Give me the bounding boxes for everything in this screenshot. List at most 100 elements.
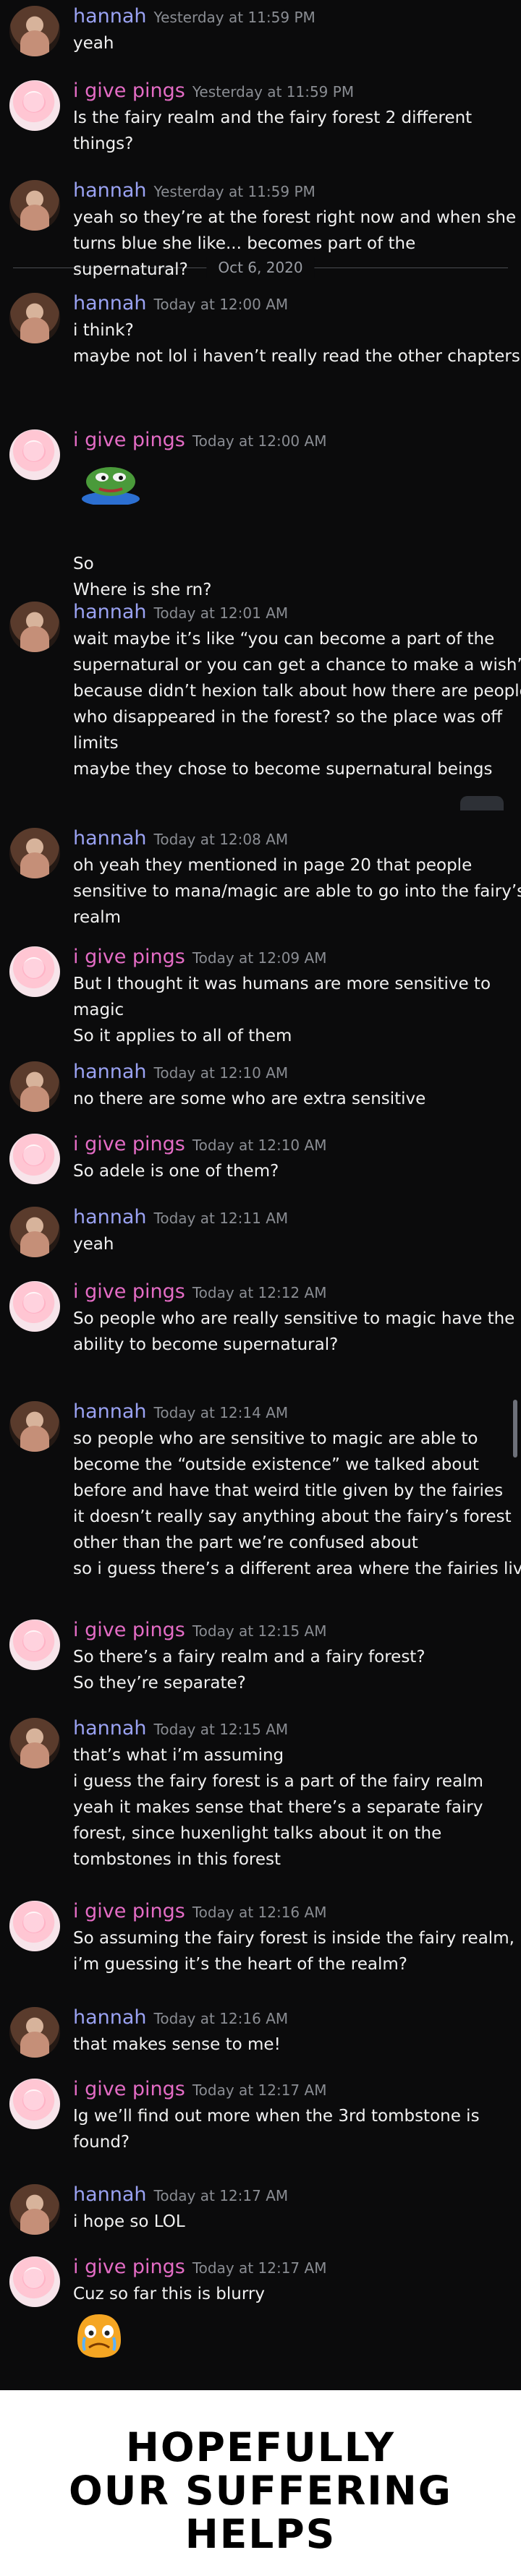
username[interactable]: i give pings (73, 1619, 185, 1641)
timestamp: Today at 12:15 AM (192, 1622, 327, 1640)
timestamp: Today at 12:17 AM (153, 2187, 289, 2204)
timestamp: Today at 12:12 AM (192, 1284, 327, 1301)
avatar[interactable] (9, 1619, 60, 1670)
timestamp: Today at 12:17 AM (192, 2259, 327, 2277)
username[interactable]: i give pings (73, 946, 185, 968)
timestamp: Today at 12:11 AM (153, 1210, 289, 1227)
message-text: So it applies to all of them (73, 1027, 292, 1045)
username[interactable]: i give pings (73, 429, 185, 451)
avatar[interactable] (9, 6, 60, 56)
message-header: hannah Yesterday at 11:59 PM (73, 6, 315, 27)
message-text: So (73, 555, 94, 573)
chat-log: Oct 6, 2020 hannah Yesterday at 11:59 PM ye… (0, 0, 521, 2390)
username[interactable]: i give pings (73, 2078, 185, 2100)
message-text: tombstones in this forest (73, 1850, 281, 1869)
crying-blob-sticker (73, 2310, 125, 2363)
username[interactable]: i give pings (73, 1133, 185, 1155)
message-text: no there are some who are extra sensitiv… (73, 1090, 426, 1108)
message-text: that’s what i’m assuming (73, 1746, 284, 1765)
username[interactable]: i give pings (73, 1900, 185, 1922)
username[interactable]: hannah (73, 5, 147, 27)
message-text: oh yeah they mentioned in page 20 that p… (73, 856, 473, 875)
message-text: things? (73, 134, 134, 153)
avatar[interactable] (9, 602, 60, 652)
username[interactable]: i give pings (73, 80, 185, 102)
message-text: Ig we’ll find out more when the 3rd tomb… (73, 2107, 480, 2126)
avatar[interactable] (9, 2184, 60, 2235)
username[interactable]: i give pings (73, 2256, 185, 2278)
message-text: So there’s a fairy realm and a fairy for… (73, 1648, 425, 1666)
message-text: So assuming the fairy forest is inside t… (73, 1929, 514, 1948)
avatar[interactable] (9, 1718, 60, 1768)
avatar[interactable] (9, 2256, 60, 2307)
timestamp: Today at 12:10 AM (192, 1137, 327, 1154)
message-text: because didn’t hexion talk about how the… (73, 682, 521, 701)
meme-caption: HOPEFULLY OUR SUFFERING HELPS (0, 2390, 521, 2576)
avatar[interactable] (9, 828, 60, 878)
message-header: i give pings Today at 12:16 AM (73, 1901, 326, 1922)
message-text: turns blue she like... becomes part of t… (73, 234, 416, 253)
message-header: i give pings Today at 12:00 AM (73, 429, 326, 451)
timestamp: Yesterday at 11:59 PM (192, 83, 355, 100)
avatar[interactable] (9, 2007, 60, 2058)
message-text: yeah so they’re at the forest right now … (73, 208, 517, 227)
message-header: hannah Today at 12:14 AM (73, 1401, 288, 1423)
username[interactable]: hannah (73, 1717, 147, 1740)
message-text: found? (73, 2133, 130, 2152)
username[interactable]: hannah (73, 827, 147, 850)
scrollbar-thumb[interactable] (513, 1400, 517, 1458)
username[interactable]: hannah (73, 1400, 147, 1423)
avatar[interactable] (9, 1207, 60, 1257)
jump-button[interactable] (460, 796, 504, 810)
message-text: i’m guessing it’s the heart of the realm… (73, 1955, 407, 1974)
username[interactable]: hannah (73, 1206, 147, 1228)
timestamp: Today at 12:00 AM (192, 432, 327, 450)
message-header: hannah Today at 12:17 AM (73, 2184, 288, 2206)
message-header: i give pings Today at 12:12 AM (73, 1281, 326, 1303)
message-text: other than the part we’re confused about (73, 1533, 418, 1552)
message-text: maybe not lol i haven’t really read the … (73, 347, 520, 366)
timestamp: Today at 12:08 AM (153, 831, 289, 848)
message-header: i give pings Today at 12:09 AM (73, 946, 326, 968)
username[interactable]: hannah (73, 2006, 147, 2029)
username[interactable]: hannah (73, 2183, 147, 2206)
message-header: i give pings Yesterday at 11:59 PM (73, 80, 354, 102)
avatar[interactable] (9, 1401, 60, 1452)
message-header: i give pings Today at 12:15 AM (73, 1619, 326, 1641)
caption-line: HOPEFULLY (125, 2424, 396, 2470)
message-header: i give pings Today at 12:17 AM (73, 2079, 326, 2100)
avatar[interactable] (9, 1134, 60, 1184)
avatar[interactable] (9, 2079, 60, 2129)
avatar[interactable] (9, 1061, 60, 1112)
timestamp: Today at 12:15 AM (153, 1721, 289, 1738)
username[interactable]: hannah (73, 1061, 147, 1083)
avatar[interactable] (9, 429, 60, 480)
timestamp: Today at 12:14 AM (153, 1404, 289, 1421)
username[interactable]: hannah (73, 179, 147, 202)
message-text: So they’re separate? (73, 1674, 246, 1693)
timestamp: Yesterday at 11:59 PM (153, 183, 315, 200)
username[interactable]: i give pings (73, 1280, 185, 1303)
message-text: so i guess there’s a different area wher… (73, 1559, 521, 1578)
avatar[interactable] (9, 180, 60, 231)
message-text: So adele is one of them? (73, 1162, 279, 1181)
message-text: forest, since huxenlight talks about it … (73, 1824, 442, 1843)
avatar[interactable] (9, 293, 60, 343)
timestamp: Today at 12:17 AM (192, 2081, 327, 2099)
message-text: yeah (73, 34, 114, 53)
avatar[interactable] (9, 1901, 60, 1951)
username[interactable]: hannah (73, 601, 147, 623)
avatar[interactable] (9, 80, 60, 131)
avatar[interactable] (9, 946, 60, 997)
message-text: become the “outside existence” we talked… (73, 1455, 479, 1474)
avatar[interactable] (9, 1281, 60, 1332)
message-header: hannah Today at 12:15 AM (73, 1718, 288, 1740)
message-text: realm (73, 908, 121, 927)
message-text: sensitive to mana/magic are able to go i… (73, 882, 521, 901)
message-text: i guess the fairy forest is a part of th… (73, 1772, 483, 1791)
message-text: yeah it makes sense that there’s a separ… (73, 1798, 483, 1817)
username[interactable]: hannah (73, 292, 147, 314)
message-text: yeah (73, 1235, 114, 1254)
message-text: Where is she rn? (73, 581, 212, 599)
timestamp: Yesterday at 11:59 PM (153, 9, 315, 26)
